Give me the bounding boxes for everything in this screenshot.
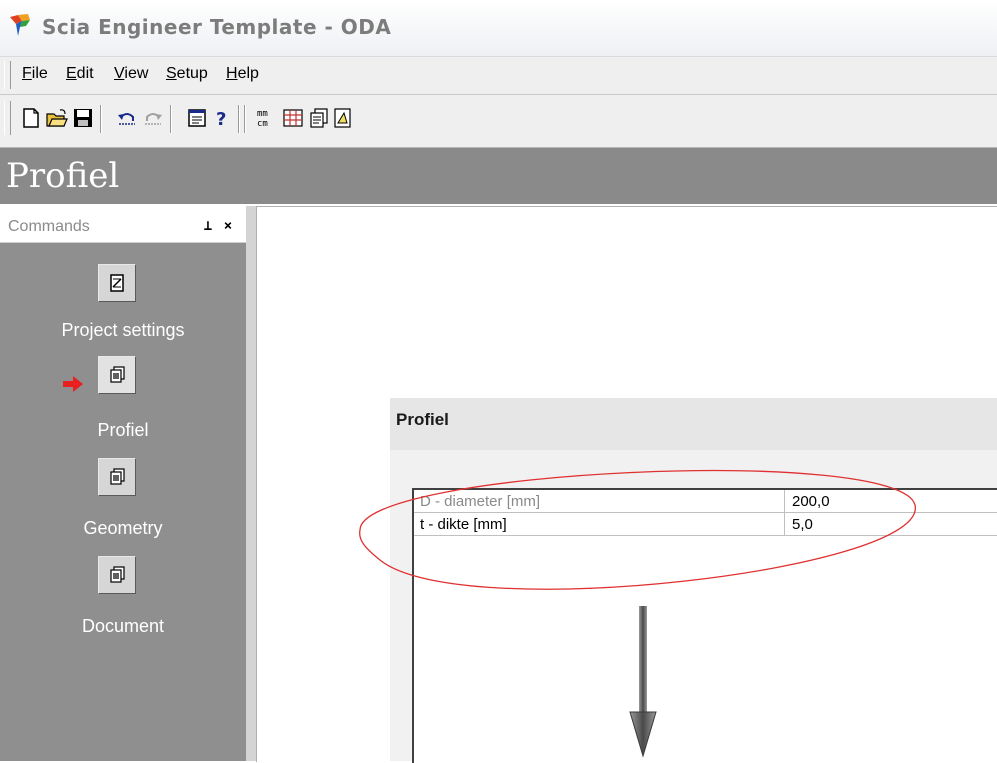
document-button[interactable] — [98, 556, 136, 594]
page-title: Profiel — [6, 156, 120, 196]
geometry-button[interactable] — [98, 458, 136, 496]
annotation-ellipse — [359, 469, 916, 590]
layers-icon — [110, 566, 125, 583]
toolbar-grip[interactable] — [4, 101, 11, 135]
properties-icon[interactable] — [186, 107, 208, 129]
pin-icon[interactable]: ⊥ — [200, 218, 216, 234]
commands-panel-header: Commands ⊥ × — [0, 206, 246, 243]
svg-text:?: ? — [216, 109, 226, 129]
menu-edit[interactable]: Edit — [66, 65, 94, 83]
profiel-label: Profiel — [97, 420, 149, 440]
toolbar-separator — [244, 105, 246, 133]
redo-icon[interactable] — [142, 107, 164, 129]
document-icon[interactable] — [332, 107, 354, 129]
project-settings-label: Project settings — [61, 320, 185, 340]
copy-pages-icon[interactable] — [308, 107, 330, 129]
project-settings-button[interactable] — [98, 264, 136, 302]
page-header: Profiel — [0, 148, 997, 204]
profiel-button[interactable] — [98, 356, 136, 394]
menu-bar: File Edit View Setup Help — [0, 57, 997, 95]
dialog-title: Profiel — [396, 410, 449, 429]
title-bar: Scia Engineer Template - ODA — [0, 0, 997, 57]
svg-text:cm: cm — [257, 119, 268, 129]
geometry-label: Geometry — [83, 518, 163, 538]
settings-document-icon — [110, 274, 124, 292]
menu-file[interactable]: File — [22, 65, 48, 83]
toolbar-separator — [238, 105, 240, 133]
new-file-icon[interactable] — [20, 107, 42, 129]
close-icon[interactable]: × — [220, 218, 236, 234]
toolbar: ? mm cm — [0, 95, 997, 148]
commands-panel: Commands ⊥ × Project settings Profiel Ge… — [0, 206, 246, 761]
panel-splitter[interactable] — [246, 206, 256, 761]
toolbar-separator — [100, 105, 102, 133]
svg-text:mm: mm — [257, 109, 268, 119]
active-arrow-icon — [63, 376, 83, 392]
table-icon[interactable] — [282, 107, 304, 129]
save-icon[interactable] — [72, 107, 94, 129]
menu-setup[interactable]: Setup — [166, 65, 208, 83]
window-title: Scia Engineer Template - ODA — [42, 15, 392, 39]
units-icon[interactable]: mm cm — [256, 107, 278, 129]
undo-icon[interactable] — [116, 107, 138, 129]
menu-view[interactable]: View — [114, 65, 148, 83]
menu-grip[interactable] — [4, 61, 11, 89]
menu-help[interactable]: Help — [226, 65, 259, 83]
open-folder-icon[interactable] — [46, 107, 68, 129]
app-logo-icon — [10, 14, 30, 36]
toolbar-separator — [170, 105, 172, 133]
help-icon[interactable]: ? — [210, 107, 232, 129]
document-label: Document — [81, 616, 165, 636]
annotation-down-arrow — [629, 606, 657, 758]
layers-icon — [110, 468, 125, 485]
dialog-title-bar: Profiel — [390, 398, 997, 450]
layers-icon — [110, 366, 125, 383]
commands-panel-title: Commands — [8, 218, 90, 235]
